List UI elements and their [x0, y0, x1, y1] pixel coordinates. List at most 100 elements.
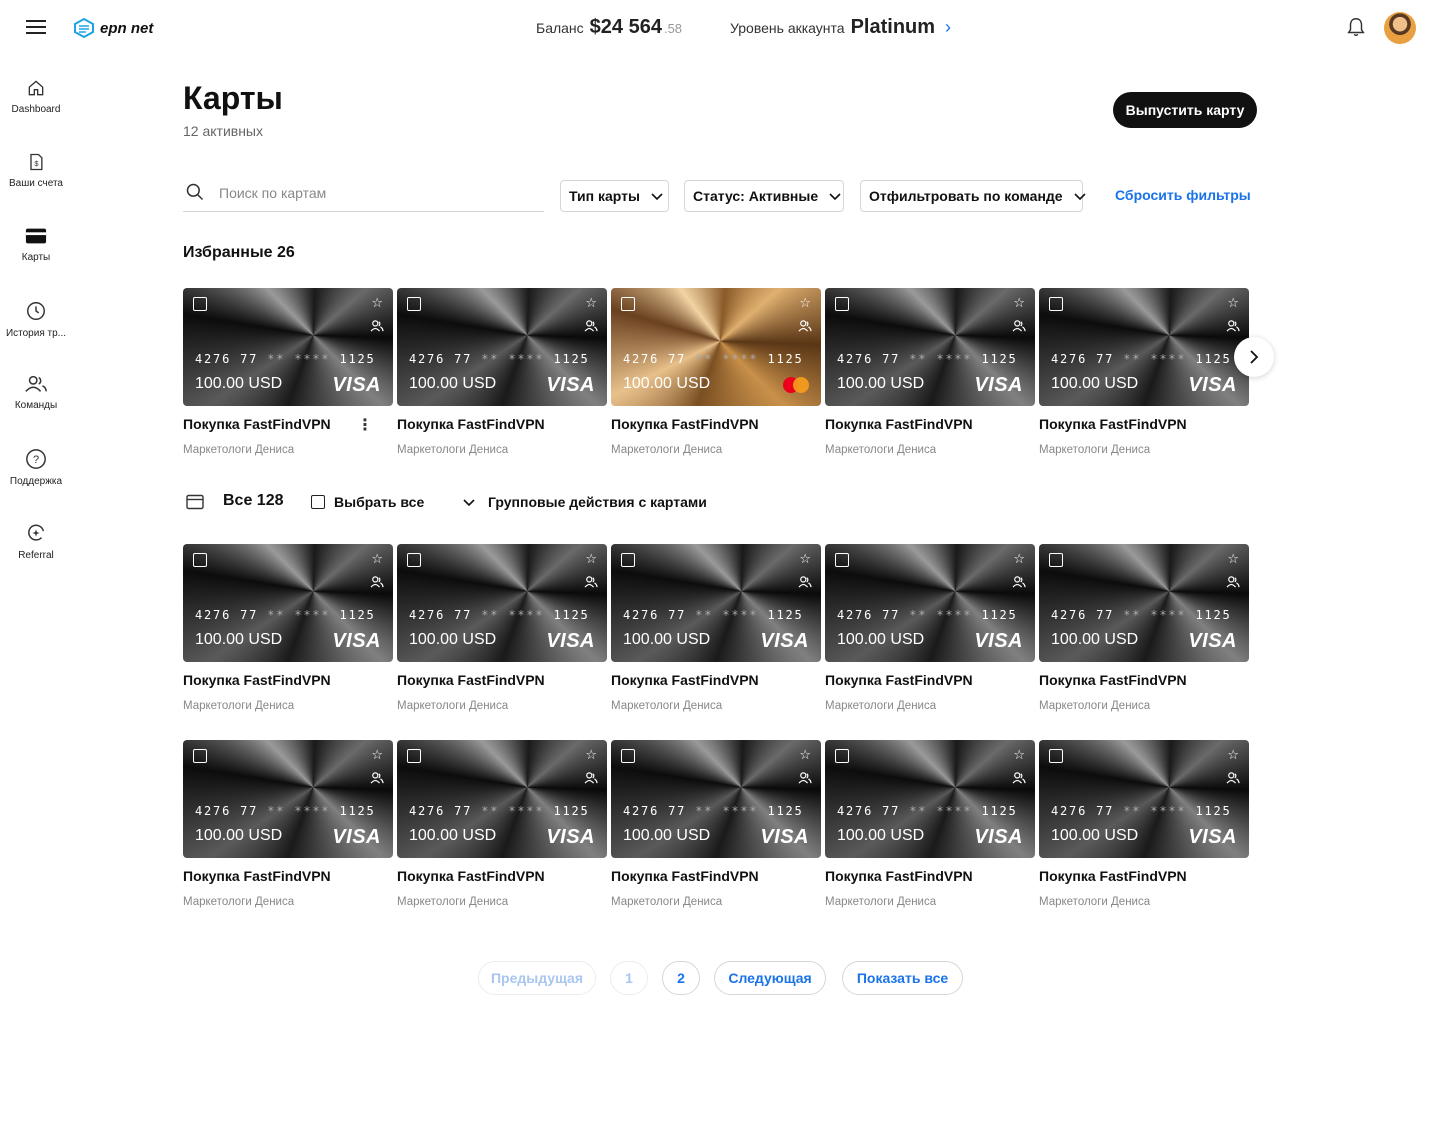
payment-card[interactable]: ☆ 4276 77 ** **** 1125 100.00 USD VISA: [397, 740, 607, 858]
sidebar-item-referral[interactable]: Referral: [0, 522, 72, 561]
payment-card[interactable]: ☆ 4276 77 ** **** 1125 100.00 USD VISA: [1039, 544, 1249, 662]
card-number-mask: ****: [936, 804, 973, 818]
card-title[interactable]: Покупка FastFindVPN: [183, 868, 331, 884]
page-2-button[interactable]: 2: [662, 961, 700, 995]
payment-card[interactable]: ☆ 4276 77 ** **** 1125 100.00 USD VISA: [397, 544, 607, 662]
payment-card[interactable]: ☆ 4276 77 ** **** 1125 100.00 USD VISA: [611, 544, 821, 662]
chevron-right-icon[interactable]: ›: [945, 17, 951, 38]
card-balance: 100.00 USD: [409, 827, 497, 844]
card-checkbox[interactable]: [1049, 749, 1063, 763]
card-title[interactable]: Покупка FastFindVPN: [1039, 672, 1187, 688]
group-actions-dropdown[interactable]: Групповые действия с картами: [462, 494, 707, 510]
card-title[interactable]: Покупка FastFindVPN: [825, 416, 973, 432]
star-icon[interactable]: ☆: [1013, 296, 1025, 310]
sidebar-item-support[interactable]: ? Поддержка: [0, 448, 72, 487]
card-type-filter[interactable]: Тип карты: [560, 180, 669, 212]
card-title[interactable]: Покупка FastFindVPN: [611, 416, 759, 432]
card-title[interactable]: Покупка FastFindVPN: [1039, 416, 1187, 432]
star-icon[interactable]: ☆: [585, 552, 597, 566]
card-checkbox[interactable]: [621, 297, 635, 311]
account-level[interactable]: Уровень аккаунта Platinum ›: [730, 16, 951, 39]
card-number-mask: **: [695, 608, 714, 622]
prev-page-button[interactable]: Предыдущая: [478, 961, 596, 995]
star-icon[interactable]: ☆: [1013, 748, 1025, 762]
star-icon[interactable]: ☆: [371, 748, 383, 762]
card-title[interactable]: Покупка FastFindVPN: [397, 868, 545, 884]
star-icon[interactable]: ☆: [799, 296, 811, 310]
star-icon[interactable]: ☆: [371, 296, 383, 310]
payment-card[interactable]: ☆ 4276 77 ** **** 1125 100.00 USD VISA: [825, 740, 1035, 858]
card-title[interactable]: Покупка FastFindVPN: [825, 672, 973, 688]
level-label: Уровень аккаунта: [730, 20, 845, 36]
sidebar-item-teams[interactable]: Команды: [0, 374, 72, 411]
payment-card[interactable]: ☆ 4276 77 ** **** 1125 100.00 USD VISA: [183, 544, 393, 662]
visa-logo: VISA: [546, 826, 595, 848]
sidebar-item-cards[interactable]: Карты: [0, 226, 72, 263]
card-title[interactable]: Покупка FastFindVPN: [397, 672, 545, 688]
star-icon[interactable]: ☆: [799, 748, 811, 762]
payment-card[interactable]: ☆ 4276 77 ** **** 1125 100.00 USD VISA: [1039, 288, 1249, 406]
star-icon[interactable]: ☆: [585, 748, 597, 762]
show-all-button[interactable]: Показать все: [842, 961, 963, 995]
search-input[interactable]: [219, 182, 539, 204]
card-title[interactable]: Покупка FastFindVPN: [397, 416, 545, 432]
issue-card-button[interactable]: Выпустить карту: [1113, 92, 1257, 128]
card-number-mask: ****: [1150, 804, 1187, 818]
payment-card[interactable]: ☆ 4276 77 ** **** 1125 100.00 USD VISA: [183, 740, 393, 858]
card-checkbox[interactable]: [1049, 297, 1063, 311]
star-icon[interactable]: ☆: [1227, 552, 1239, 566]
carousel-next-button[interactable]: [1234, 337, 1274, 377]
card-checkbox[interactable]: [835, 297, 849, 311]
star-icon[interactable]: ☆: [585, 296, 597, 310]
card-checkbox[interactable]: [835, 749, 849, 763]
page-1-button[interactable]: 1: [610, 961, 648, 995]
card-title[interactable]: Покупка FastFindVPN: [825, 868, 973, 884]
card-checkbox[interactable]: [193, 553, 207, 567]
bell-icon[interactable]: [1345, 16, 1367, 38]
card-title[interactable]: Покупка FastFindVPN: [183, 416, 331, 432]
card-checkbox[interactable]: [621, 553, 635, 567]
card-checkbox[interactable]: [621, 749, 635, 763]
star-icon[interactable]: ☆: [371, 552, 383, 566]
sidebar-item-dashboard[interactable]: Dashboard: [0, 78, 72, 115]
payment-card[interactable]: ☆ 4276 77 ** **** 1125 100.00 USD VISA: [825, 288, 1035, 406]
sidebar-item-label: Команды: [14, 400, 58, 411]
card-checkbox[interactable]: [835, 553, 849, 567]
star-icon[interactable]: ☆: [1227, 296, 1239, 310]
payment-card[interactable]: ☆ 4276 77 ** **** 1125 100.00 USD VISA: [397, 288, 607, 406]
star-icon[interactable]: ☆: [1227, 748, 1239, 762]
card-team: Маркетологи Дениса: [825, 700, 937, 712]
next-page-button[interactable]: Следующая: [714, 961, 826, 995]
avatar[interactable]: [1384, 12, 1416, 44]
card-number-prefix: 4276 77: [1051, 804, 1115, 818]
card-checkbox[interactable]: [407, 297, 421, 311]
card-title[interactable]: Покупка FastFindVPN: [611, 868, 759, 884]
card-title[interactable]: Покупка FastFindVPN: [183, 672, 331, 688]
sidebar-item-history[interactable]: История тр...: [0, 300, 72, 339]
reset-filters-link[interactable]: Сбросить фильтры: [1115, 187, 1251, 203]
payment-card[interactable]: ☆ 4276 77 ** **** 1125 100.00 USD VISA: [1039, 740, 1249, 858]
star-icon[interactable]: ☆: [1013, 552, 1025, 566]
card-title[interactable]: Покупка FastFindVPN: [611, 672, 759, 688]
card-checkbox[interactable]: [407, 553, 421, 567]
status-filter[interactable]: Статус: Активные: [684, 180, 844, 212]
payment-card[interactable]: ☆ 4276 77 ** **** 1125 100.00 USD: [611, 288, 821, 406]
card-checkbox[interactable]: [407, 749, 421, 763]
card-checkbox[interactable]: [193, 297, 207, 311]
sidebar-item-label: Ваши счета: [9, 178, 63, 189]
payment-card[interactable]: ☆ 4276 77 ** **** 1125 100.00 USD VISA: [825, 544, 1035, 662]
card-balance: 100.00 USD: [409, 375, 497, 392]
select-all-checkbox[interactable]: Выбрать все: [311, 494, 424, 510]
card-checkbox[interactable]: [1049, 553, 1063, 567]
card-title[interactable]: Покупка FastFindVPN: [1039, 868, 1187, 884]
card-view-icon[interactable]: [186, 494, 204, 510]
sidebar-item-accounts[interactable]: $ Ваши счета: [0, 152, 72, 189]
menu-icon[interactable]: [26, 20, 46, 34]
team-filter[interactable]: Отфильтровать по команде: [860, 180, 1086, 212]
logo[interactable]: epn net: [72, 16, 153, 40]
more-options-icon[interactable]: ⋮: [357, 418, 373, 434]
card-checkbox[interactable]: [193, 749, 207, 763]
payment-card[interactable]: ☆ 4276 77 ** **** 1125 100.00 USD VISA: [611, 740, 821, 858]
payment-card[interactable]: ☆ 4276 77 ** **** 1125 100.00 USD VISA: [183, 288, 393, 406]
star-icon[interactable]: ☆: [799, 552, 811, 566]
